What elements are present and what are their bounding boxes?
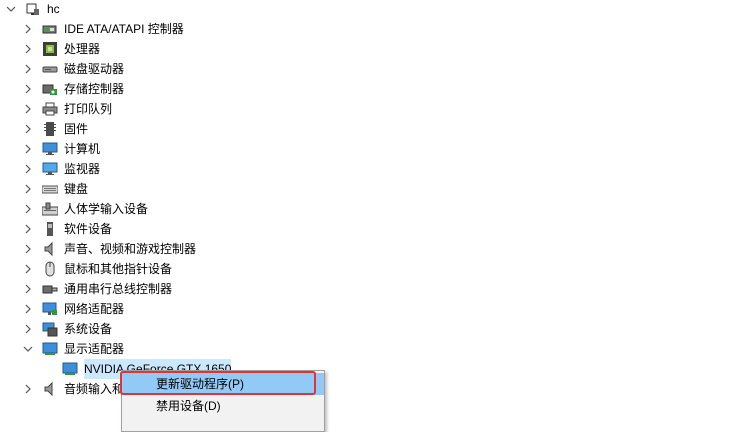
- hid-icon: [42, 201, 58, 217]
- printer-icon: [42, 101, 58, 117]
- tree-item-mouse[interactable]: 鼠标和其他指针设备: [22, 259, 172, 279]
- chevron-down-icon[interactable]: [5, 3, 17, 15]
- chevron-down-icon[interactable]: [22, 343, 34, 355]
- tree-item-ide[interactable]: IDE ATA/ATAPI 控制器: [22, 19, 184, 39]
- tree-item-label: 音频输入和: [64, 382, 125, 396]
- chevron-right-icon[interactable]: [22, 183, 34, 195]
- tree-item-system-device[interactable]: 系统设备: [22, 319, 112, 339]
- chevron-right-icon[interactable]: [22, 223, 34, 235]
- tree-item-label: 计算机: [64, 142, 101, 156]
- chevron-right-icon[interactable]: [22, 23, 34, 35]
- computer-monitor-icon: [42, 141, 58, 157]
- display-adapter-icon: [62, 361, 78, 377]
- chevron-right-icon[interactable]: [22, 63, 34, 75]
- tree-item-label: 显示适配器: [64, 342, 125, 356]
- tree-item-sound[interactable]: 声音、视频和游戏控制器: [22, 239, 196, 259]
- tree-item-print-queue[interactable]: 打印队列: [22, 99, 112, 119]
- tree-item-label: 鼠标和其他指针设备: [64, 262, 173, 276]
- chevron-right-icon[interactable]: [22, 143, 34, 155]
- tree-item-network[interactable]: 网络适配器: [22, 299, 124, 319]
- tree-item-processor[interactable]: 处理器: [22, 39, 100, 59]
- tree-item-storage[interactable]: 存储控制器: [22, 79, 124, 99]
- menu-item-label: 更新驱动程序(P): [156, 377, 244, 391]
- context-menu: 更新驱动程序(P) 禁用设备(D): [121, 370, 325, 432]
- device-tree: hc IDE ATA/ATAPI 控制器 处理器 磁盘驱动器 存储控制器 打印队…: [0, 0, 746, 407]
- tree-root-label: hc: [47, 2, 60, 16]
- tree-item-label: 监视器: [64, 162, 101, 176]
- tree-item-keyboard[interactable]: 键盘: [22, 179, 88, 199]
- chevron-right-icon[interactable]: [22, 203, 34, 215]
- tree-item-label: 固件: [64, 122, 89, 136]
- computer-icon: [25, 1, 41, 17]
- chevron-right-icon[interactable]: [22, 283, 34, 295]
- tree-item-software-device[interactable]: 软件设备: [22, 219, 112, 239]
- tree-item-label: 通用串行总线控制器: [64, 282, 173, 296]
- tree-item-label: 人体学输入设备: [64, 202, 149, 216]
- tree-item-firmware[interactable]: 固件: [22, 119, 88, 139]
- storage-controller-icon: [42, 81, 58, 97]
- processor-icon: [42, 41, 58, 57]
- speaker-icon: [42, 381, 58, 397]
- chevron-right-icon[interactable]: [22, 163, 34, 175]
- monitor-icon: [42, 161, 58, 177]
- menu-item-disable-device[interactable]: 禁用设备(D): [122, 395, 324, 417]
- display-adapter-icon: [42, 341, 58, 357]
- speaker-icon: [42, 241, 58, 257]
- tree-item-hid[interactable]: 人体学输入设备: [22, 199, 148, 219]
- chevron-right-icon[interactable]: [22, 123, 34, 135]
- chevron-right-icon[interactable]: [22, 103, 34, 115]
- tree-item-computer[interactable]: 计算机: [22, 139, 100, 159]
- firmware-icon: [42, 121, 58, 137]
- tree-item-label: 系统设备: [64, 322, 113, 336]
- network-adapter-icon: [42, 301, 58, 317]
- tree-root[interactable]: hc: [5, 0, 60, 19]
- tree-item-usb[interactable]: 通用串行总线控制器: [22, 279, 172, 299]
- chevron-right-icon[interactable]: [22, 323, 34, 335]
- chevron-right-icon[interactable]: [22, 43, 34, 55]
- tree-item-label: 磁盘驱动器: [64, 62, 125, 76]
- tree-item-label: 处理器: [64, 42, 101, 56]
- chevron-right-icon[interactable]: [22, 263, 34, 275]
- menu-item-label: 禁用设备(D): [156, 399, 221, 413]
- chevron-right-icon[interactable]: [22, 303, 34, 315]
- keyboard-icon: [42, 181, 58, 197]
- menu-item-update-driver[interactable]: 更新驱动程序(P): [122, 373, 324, 395]
- tree-item-label: 打印队列: [64, 102, 113, 116]
- tree-item-label: 声音、视频和游戏控制器: [64, 242, 197, 256]
- chevron-right-icon[interactable]: [22, 243, 34, 255]
- chevron-right-icon[interactable]: [22, 83, 34, 95]
- usb-icon: [42, 281, 58, 297]
- tree-item-audio-io[interactable]: 音频输入和: [22, 379, 124, 399]
- system-device-icon: [42, 321, 58, 337]
- mouse-icon: [42, 261, 58, 277]
- tree-item-monitor[interactable]: 监视器: [22, 159, 100, 179]
- tree-item-label: IDE ATA/ATAPI 控制器: [64, 22, 184, 36]
- tree-item-label: 网络适配器: [64, 302, 125, 316]
- tree-item-disk[interactable]: 磁盘驱动器: [22, 59, 124, 79]
- tree-item-label: 存储控制器: [64, 82, 125, 96]
- software-device-icon: [42, 221, 58, 237]
- tree-item-label: 软件设备: [64, 222, 113, 236]
- tree-item-display-adapter[interactable]: 显示适配器: [22, 339, 124, 359]
- chevron-right-icon[interactable]: [22, 383, 34, 395]
- ide-controller-icon: [42, 21, 58, 37]
- disk-drive-icon: [42, 61, 58, 77]
- tree-item-label: 键盘: [64, 182, 89, 196]
